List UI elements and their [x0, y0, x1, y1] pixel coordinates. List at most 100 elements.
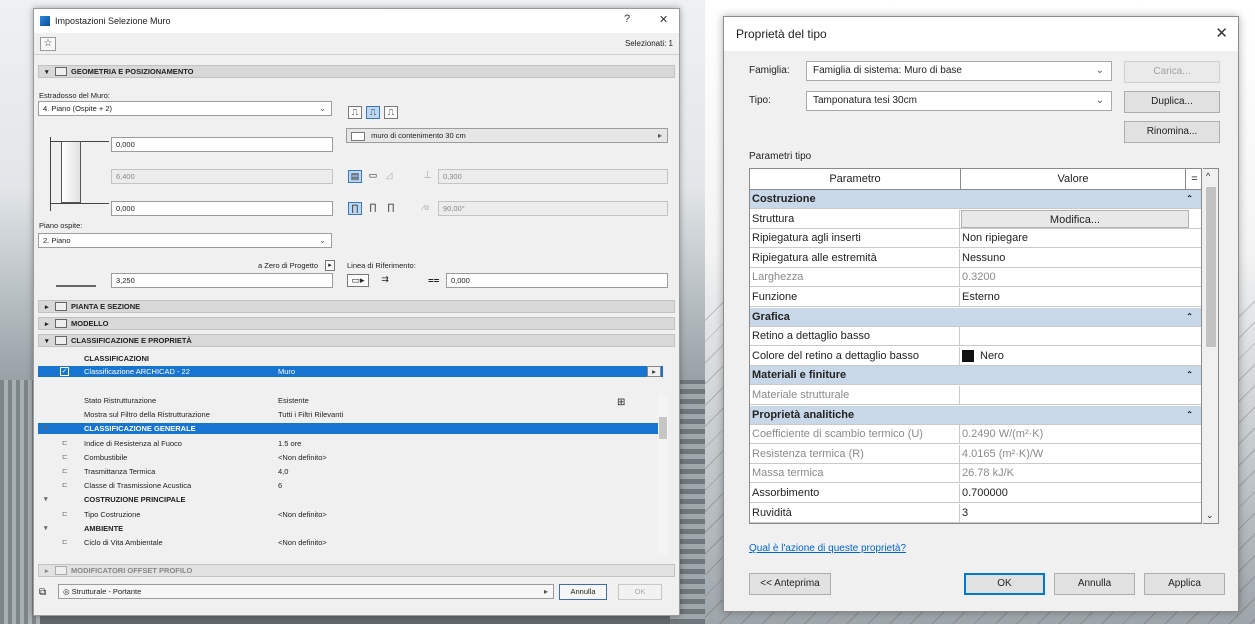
- reference-offset-field[interactable]: 0,000: [446, 273, 668, 288]
- cancel-button[interactable]: Annulla: [559, 584, 607, 600]
- parameter-row[interactable]: Funzione Esterno: [750, 288, 1201, 307]
- wall-type-trapezoid-icon[interactable]: ⎍: [366, 106, 380, 119]
- parameter-category-row[interactable]: Grafica ⌃: [750, 307, 1201, 327]
- thickness-icon: ⊥: [423, 170, 432, 181]
- type-select[interactable]: Tamponatura tesi 30cm ⌄: [806, 91, 1112, 111]
- parameter-row[interactable]: Massa termica 26.78 kJ/K: [750, 464, 1201, 484]
- parameter-row[interactable]: Materiale strutturale: [750, 386, 1201, 405]
- property-row[interactable]: Mostra sul Filtro della Ristrutturazione…: [38, 409, 663, 420]
- scroll-thumb[interactable]: [1206, 187, 1216, 347]
- dialog-title: Impostazioni Selezione Muro: [55, 16, 171, 26]
- collapse-icon[interactable]: ⌃: [1186, 406, 1193, 424]
- reference-line-flip-icon[interactable]: ⇉: [374, 274, 396, 287]
- scroll-up-icon[interactable]: ^: [1206, 171, 1210, 181]
- property-manager-icon[interactable]: ⊞: [617, 397, 625, 408]
- parameter-category-row[interactable]: Proprietà analitiche ⌃: [750, 405, 1201, 425]
- properties-scrollbar[interactable]: [658, 395, 668, 555]
- ok-button[interactable]: OK: [618, 584, 662, 600]
- slant-single-icon[interactable]: ∏: [366, 202, 380, 215]
- parameter-row[interactable]: Assorbimento 0.700000: [750, 484, 1201, 503]
- property-row[interactable]: ⊏ Trasmittanza Termica 4,0: [38, 466, 663, 477]
- scroll-down-icon[interactable]: ⌄: [1206, 510, 1214, 521]
- slant-double-icon[interactable]: ∏: [384, 202, 398, 215]
- bottom-offset-field[interactable]: 0,000: [111, 201, 333, 216]
- checkbox-icon[interactable]: ✓: [60, 367, 69, 376]
- apply-button[interactable]: Applica: [1144, 573, 1225, 595]
- slant-straight-icon[interactable]: ∏: [348, 202, 362, 215]
- structure-function-select[interactable]: ◎ Strutturale - Portante ▸: [58, 584, 554, 599]
- property-row[interactable]: ▾ AMBIENTE: [38, 523, 663, 534]
- angle-field[interactable]: 90,00°: [438, 201, 668, 216]
- parameter-row[interactable]: Ripiegatura alle estremità Nessuno: [750, 248, 1201, 268]
- column-header-formula[interactable]: =: [1185, 169, 1201, 189]
- section-model[interactable]: ▸ MODELLO: [38, 317, 675, 330]
- parameter-row[interactable]: Ruvidità 3: [750, 503, 1201, 523]
- column-header-value[interactable]: Valore: [960, 169, 1185, 189]
- wall-type-straight-icon[interactable]: ⎍: [348, 106, 362, 119]
- parameter-row[interactable]: Ripiegatura agli inserti Non ripiegare: [750, 229, 1201, 249]
- project-zero-field[interactable]: 3,250: [111, 273, 333, 288]
- property-row[interactable]: ⊏ Combustibile <Non definito>: [38, 452, 663, 463]
- parameter-category-row[interactable]: Materiali e finiture ⌃: [750, 366, 1201, 386]
- property-row[interactable]: ⊏ Ciclo di Vita Ambientale <Non definito>: [38, 537, 663, 548]
- chevron-down-icon: ⌄: [1095, 95, 1104, 106]
- wall-top-select[interactable]: 4. Piano (Ospite + 2) ⌄: [38, 101, 332, 116]
- favorites-star-icon[interactable]: ☆: [40, 36, 56, 51]
- help-button[interactable]: ?: [624, 13, 630, 25]
- reference-line-outside-icon[interactable]: ▭▸: [347, 274, 369, 287]
- section-plan-section[interactable]: ▸ PIANTA E SEZIONE: [38, 300, 675, 313]
- property-row[interactable]: ⊏ Tipo Costruzione <Non definito>: [38, 509, 663, 520]
- composite-icon: [351, 131, 365, 141]
- collapse-icon[interactable]: ⌃: [1186, 190, 1193, 208]
- parameter-category-row[interactable]: Costruzione ⌃: [750, 190, 1201, 209]
- load-button[interactable]: Carica...: [1124, 61, 1220, 83]
- parameter-row[interactable]: Retino a dettaglio basso: [750, 327, 1201, 347]
- thickness-field[interactable]: 0,300: [438, 169, 668, 184]
- section-offset-modifiers[interactable]: ▸ MODIFICATORI OFFSET PROFILO: [38, 564, 675, 577]
- wall-height-field[interactable]: 6,400: [111, 169, 333, 184]
- family-select[interactable]: Famiglia di sistema: Muro di base ⌄: [806, 61, 1112, 81]
- top-offset-field[interactable]: 0,000: [111, 137, 333, 152]
- rename-button[interactable]: Rinomina...: [1124, 121, 1220, 143]
- preview-button[interactable]: << Anteprima: [749, 573, 831, 595]
- grid-header: Parametro Valore =: [750, 169, 1201, 190]
- collapse-icon[interactable]: ⌃: [1186, 366, 1193, 384]
- property-row[interactable]: ▾ COSTRUZIONE PRINCIPALE: [38, 494, 663, 505]
- classification-row[interactable]: ✓ Classificazione ARCHICAD - 22 Muro ▸: [38, 366, 663, 377]
- parameter-row[interactable]: Colore del retino a dettaglio basso Nero: [750, 346, 1201, 366]
- parameter-row[interactable]: Resistenza termica (R) 4.0165 (m²·K)/W: [750, 444, 1201, 464]
- chevron-down-icon[interactable]: ▾: [44, 494, 48, 505]
- host-story-select[interactable]: 2. Piano ⌄: [38, 233, 332, 248]
- fill-hatch-icon[interactable]: ▭: [366, 170, 380, 183]
- parameter-row[interactable]: Struttura Modifica...: [750, 209, 1201, 229]
- help-link[interactable]: Qual è l'azione di queste proprietà?: [749, 543, 906, 554]
- wall-type-polygon-icon[interactable]: ⎍: [384, 106, 398, 119]
- property-row[interactable]: Stato Ristrutturazione Esistente: [38, 395, 663, 406]
- property-icon: ⊏: [62, 439, 68, 447]
- parameter-row[interactable]: Coefficiente di scambio termico (U) 0.249…: [750, 425, 1201, 445]
- fill-profile-icon[interactable]: ◿: [382, 170, 396, 183]
- fill-composite-icon[interactable]: ▤: [348, 170, 362, 183]
- property-row[interactable]: ⊏ Indice di Resistenza al Fuoco 1.5 ore: [38, 438, 663, 449]
- composite-structure-select[interactable]: muro di contenimento 30 cm ▸: [346, 128, 668, 143]
- duplicate-button[interactable]: Duplica...: [1124, 91, 1220, 113]
- close-button[interactable]: ✕: [659, 13, 668, 26]
- section-classification[interactable]: ▾ CLASSIFICAZIONE E PROPRIETÀ: [38, 334, 675, 347]
- ok-button[interactable]: OK: [964, 573, 1045, 595]
- project-zero-dropdown-icon[interactable]: ▸: [325, 260, 335, 271]
- section-geometry[interactable]: ▾ GEOMETRIA E POSIZIONAMENTO: [38, 65, 675, 78]
- color-swatch[interactable]: [962, 349, 974, 362]
- property-row[interactable]: ⊏ Classe di Trasmissione Acustica 6: [38, 480, 663, 491]
- property-row[interactable]: ▾ CLASSIFICAZIONE GENERALE: [38, 423, 663, 435]
- parameter-row[interactable]: Larghezza 0.3200: [750, 268, 1201, 288]
- edit-structure-button[interactable]: Modifica...: [961, 209, 1189, 228]
- close-icon[interactable]: ✕: [1215, 17, 1228, 51]
- classification-icon: [55, 336, 67, 345]
- collapse-icon[interactable]: ⌃: [1186, 308, 1193, 326]
- cancel-button[interactable]: Annulla: [1054, 573, 1135, 595]
- column-header-parameter[interactable]: Parametro: [750, 169, 960, 189]
- grid-scrollbar[interactable]: ^ ⌄: [1203, 168, 1219, 524]
- chevron-down-icon[interactable]: ▾: [44, 423, 48, 434]
- classification-dropdown-icon[interactable]: ▸: [647, 366, 661, 377]
- chevron-down-icon[interactable]: ▾: [44, 523, 48, 534]
